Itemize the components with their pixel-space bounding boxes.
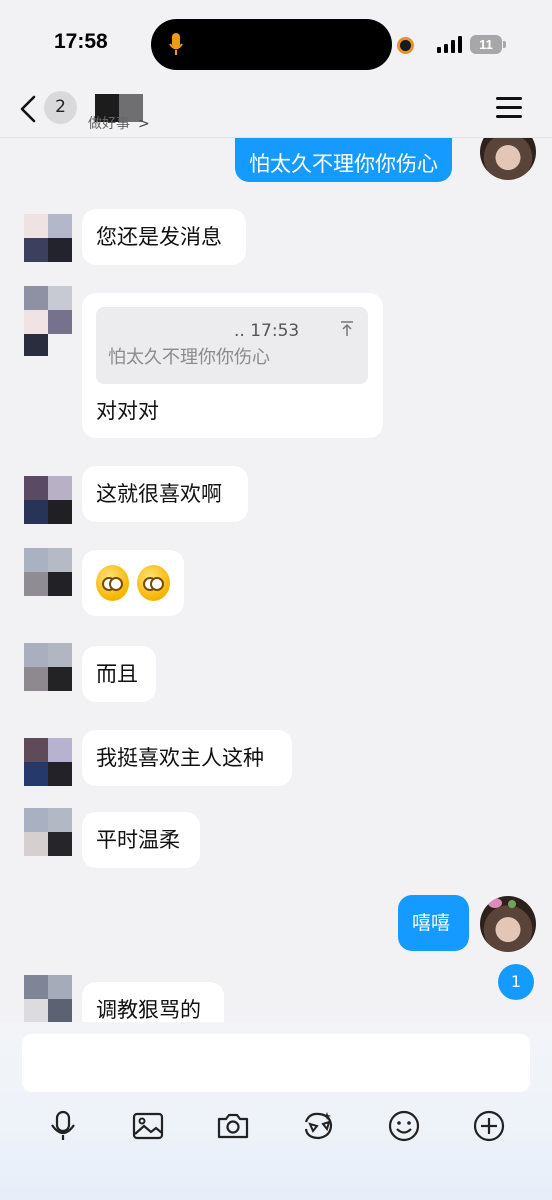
received-message-bubble[interactable]: 您还是发消息 [82, 209, 246, 265]
message-text: 这就很喜欢啊 [96, 481, 222, 506]
microphone-indicator-icon [169, 33, 183, 55]
quote-text: 怕太久不理你你伤心 [108, 347, 270, 368]
emoji-icon[interactable] [384, 1106, 424, 1146]
received-message-bubble[interactable]: .. 17:53 怕太久不理你你伤心 对对对 [82, 293, 383, 438]
received-message-bubble[interactable]: 而且 [82, 646, 156, 702]
dynamic-island [151, 19, 392, 70]
contact-avatar[interactable] [24, 286, 72, 356]
message-text: 您还是发消息 [96, 224, 222, 249]
chevron-right-icon: > [138, 116, 150, 132]
signal-icon [437, 36, 462, 53]
contact-avatar[interactable] [24, 643, 72, 691]
chat-header: 2 做好事 > [0, 82, 552, 138]
input-area [0, 1022, 552, 1200]
back-icon[interactable] [18, 94, 38, 124]
message-text: 嘻嘻 [412, 911, 451, 934]
subtitle-text: 做好事 [88, 116, 130, 132]
contact-avatar[interactable] [24, 975, 72, 1023]
contact-avatar[interactable] [24, 476, 72, 524]
menu-icon[interactable] [496, 97, 522, 119]
received-message-bubble[interactable] [82, 550, 184, 616]
status-time: 17:58 [54, 30, 108, 53]
heart-eyes-emoji-icon [137, 565, 170, 601]
status-bar: 17:58 11 [0, 0, 552, 88]
chat-subtitle[interactable]: 做好事 > [88, 113, 150, 133]
battery-level: 11 [470, 35, 502, 54]
heart-eyes-emoji-icon [96, 565, 129, 601]
message-text: 平时温柔 [96, 827, 180, 852]
camera-indicator-icon [397, 37, 414, 54]
message-input[interactable] [22, 1034, 530, 1092]
quote-time: .. 17:53 [234, 321, 300, 341]
jump-to-quote-icon[interactable] [340, 321, 354, 337]
image-icon[interactable] [128, 1106, 168, 1146]
sent-message-bubble[interactable]: 嘻嘻 [398, 895, 469, 951]
battery-icon: 11 [470, 35, 506, 54]
new-message-badge[interactable]: 1 [498, 964, 534, 1000]
received-message-bubble[interactable]: 这就很喜欢啊 [82, 466, 248, 522]
contact-avatar[interactable] [24, 808, 72, 856]
contact-avatar[interactable] [24, 738, 72, 786]
message-text: 调教狠骂的 [96, 997, 201, 1022]
message-text: 怕太久不理你你伤心 [249, 151, 438, 176]
my-avatar[interactable] [480, 896, 536, 952]
microphone-icon[interactable] [43, 1106, 83, 1146]
sticker-icon[interactable] [298, 1106, 338, 1146]
message-text: 我挺喜欢主人这种 [96, 745, 264, 770]
unread-count-badge[interactable]: 2 [44, 91, 77, 124]
received-message-bubble[interactable]: 我挺喜欢主人这种 [82, 730, 292, 786]
camera-icon[interactable] [213, 1106, 253, 1146]
message-text: 而且 [96, 661, 138, 686]
message-text: 对对对 [96, 399, 159, 423]
contact-avatar[interactable] [24, 214, 72, 262]
received-message-bubble[interactable]: 平时温柔 [82, 812, 200, 868]
contact-avatar[interactable] [24, 548, 72, 596]
input-toolbar [0, 1106, 552, 1146]
quoted-message[interactable]: .. 17:53 怕太久不理你你伤心 [96, 307, 368, 384]
plus-icon[interactable] [469, 1106, 509, 1146]
